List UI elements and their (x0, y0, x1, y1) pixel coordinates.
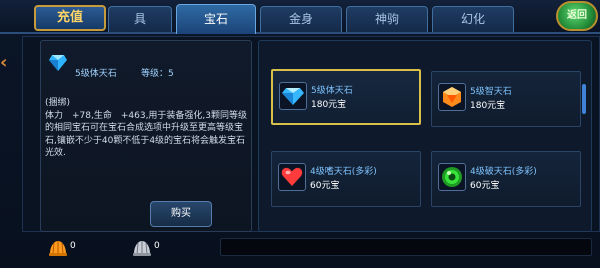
heart-gem-icon (281, 167, 303, 186)
tab-bar: 充值 具 宝石 金身 神驹 幻化 返回 (0, 0, 600, 34)
item-price: 60元宝 (310, 181, 340, 191)
orange-gem-icon (443, 87, 461, 107)
item-name: 5级体天石 (311, 86, 353, 96)
item-price: 180元宝 (470, 101, 506, 111)
item-name: 5级智天石 (470, 87, 512, 97)
tab-golden-body[interactable]: 金身 (260, 6, 342, 32)
item-icon-frame (438, 163, 466, 191)
item-detail-panel: 5级体天石 等级：5 (捆绑) 体力 +78,生命 +463,用于装备强化,3颗… (40, 40, 252, 232)
diamond-gem-icon (49, 55, 67, 71)
item-name: 4级破天石(多彩) (470, 167, 537, 177)
binding-note: (捆绑) (45, 98, 71, 108)
grid-scrollbar[interactable] (582, 84, 586, 114)
back-button[interactable]: 返回 (556, 1, 598, 31)
item-price: 60元宝 (470, 181, 500, 191)
green-orb-icon (442, 167, 462, 187)
item-name: 5级体天石 (75, 69, 117, 79)
item-price: 180元宝 (311, 100, 347, 110)
tab-gems[interactable]: 宝石 (176, 4, 256, 34)
tab-items[interactable]: 具 (108, 6, 172, 32)
tab-transform[interactable]: 幻化 (432, 6, 514, 32)
silver-currency-value: 0 (154, 241, 160, 251)
left-arrow-icon[interactable]: ‹ (0, 52, 14, 74)
tab-divine-steed[interactable]: 神驹 (346, 6, 428, 32)
shop-item[interactable]: 5级体天石 180元宝 (271, 69, 421, 125)
diamond-gem-icon (282, 88, 304, 105)
shop-item-grid: 5级体天石 180元宝 5级智天石 180元宝 4级嗜天石(多彩) 60元宝 4… (258, 40, 592, 232)
gold-shell-icon (49, 241, 67, 256)
item-level: 等级：5 (141, 69, 174, 79)
silver-shell-icon (133, 241, 151, 256)
item-name: 4级嗜天石(多彩) (310, 167, 377, 177)
recharge-button[interactable]: 充值 (34, 5, 106, 31)
item-icon-frame (438, 83, 466, 111)
item-description: (捆绑) 体力 +78,生命 +463,用于装备强化,3颗同等级的相同宝石可在宝… (45, 97, 249, 160)
buy-button[interactable]: 购买 (150, 201, 212, 227)
item-icon-frame (279, 82, 307, 110)
shop-item[interactable]: 4级破天石(多彩) 60元宝 (431, 151, 581, 207)
currency-bar: 0 0 (40, 236, 592, 260)
shop-item[interactable]: 4级嗜天石(多彩) 60元宝 (271, 151, 421, 207)
game-shop-window: ‹ 充值 具 宝石 金身 神驹 幻化 返回 5级体天石 等级：5 (捆绑) 体力… (0, 0, 600, 268)
shop-item[interactable]: 5级智天石 180元宝 (431, 71, 581, 127)
effect-text: 体力 +78,生命 +463,用于装备强化,3颗同等级的相同宝石可在宝石合成选项… (45, 110, 248, 159)
item-icon-frame (278, 163, 306, 191)
gold-currency-value: 0 (70, 241, 76, 251)
bottom-message-bar (220, 238, 592, 256)
